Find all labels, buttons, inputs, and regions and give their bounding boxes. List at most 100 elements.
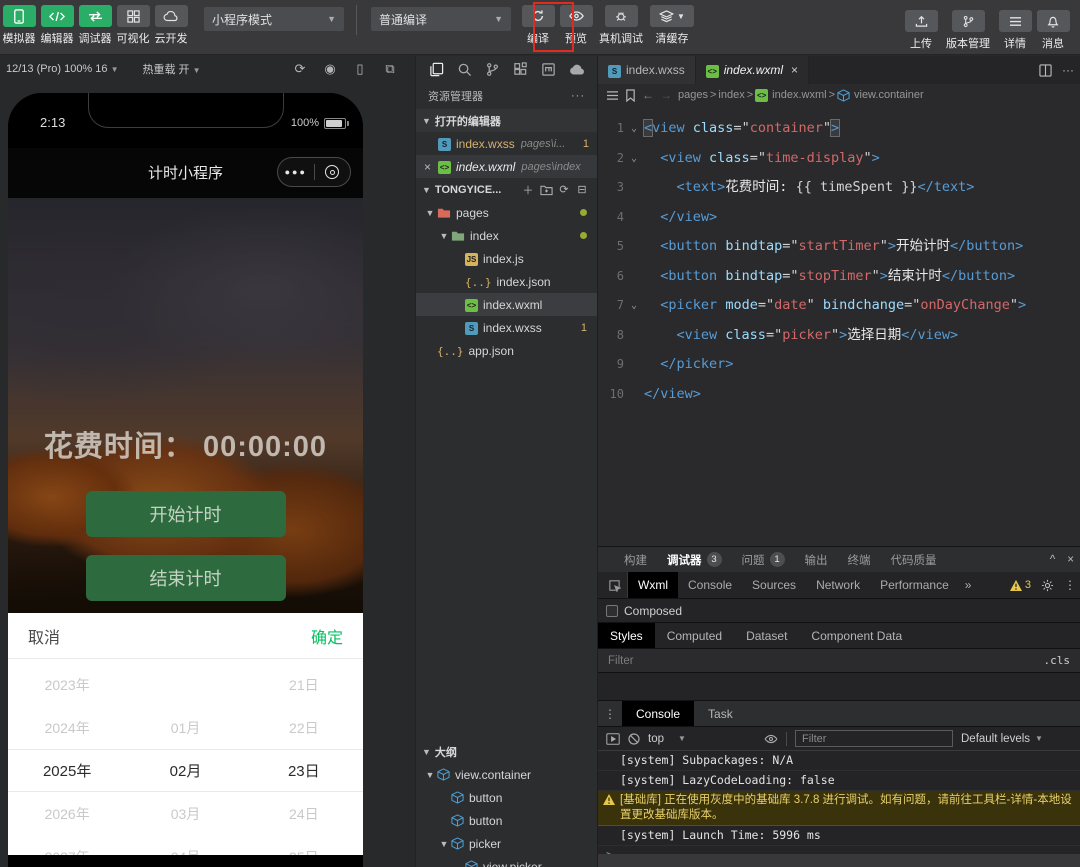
preview-button[interactable]: 预览 [557, 5, 595, 46]
console-log-entry[interactable]: [system] Launch Time: 5996 ms [598, 826, 1080, 846]
outline-item-button[interactable]: button [416, 786, 597, 809]
tree-item-index[interactable]: ▼index [416, 224, 597, 247]
device-select[interactable]: 12/13 (Pro) 100% 16 ▼ [6, 63, 119, 75]
fold-icon[interactable]: ⌄ [624, 114, 644, 144]
toolbar-button-编辑器[interactable]: 编辑器 [38, 5, 76, 46]
more-menu-button[interactable]: ●●● [278, 167, 314, 177]
tree-item-app.json[interactable]: {..}app.json [416, 339, 597, 362]
clear-cache-button[interactable]: ▼ 清缓存 [647, 5, 697, 46]
cls-toggle[interactable]: .cls [1044, 654, 1071, 667]
picker-row[interactable]: 2023年21日 [8, 663, 363, 706]
collapse-icon[interactable]: ^ [1050, 554, 1055, 566]
toolbar-button-云开发[interactable]: 云开发 [152, 5, 190, 46]
picker-cancel-button[interactable]: 取消 [28, 624, 60, 648]
more-actions-icon[interactable]: ··· [1062, 63, 1074, 77]
mode-select[interactable]: 小程序模式 ▼ [204, 7, 344, 31]
bookmark-icon[interactable] [625, 89, 636, 102]
panel-tab-代码质量[interactable]: 代码质量 [891, 552, 937, 568]
picker-wheel[interactable]: 2023年21日2024年01月22日2025年02月23日2026年03月24… [8, 663, 363, 855]
clear-console-icon[interactable] [628, 733, 640, 745]
npm-icon[interactable] [539, 62, 559, 77]
code-line[interactable]: 2⌄ <view class="time-display"> [598, 144, 1080, 174]
outline-item-view.picker[interactable]: view.picker [416, 855, 597, 867]
compile-button[interactable]: 编译 [519, 5, 557, 46]
picker-confirm-button[interactable]: 确定 [311, 624, 343, 648]
code-editor[interactable]: 1⌄<view class="container">2⌄ <view class… [598, 106, 1080, 409]
panel-tab-问题[interactable]: 问题1 [742, 552, 785, 568]
breadcrumb-item-view.container[interactable]: view.container [837, 89, 924, 102]
kebab-menu-icon[interactable]: ⋮ [1064, 578, 1076, 592]
code-line[interactable]: 10</view> [598, 380, 1080, 410]
close-icon[interactable]: × [1067, 554, 1074, 566]
outline-item-picker[interactable]: ▼picker [416, 832, 597, 855]
toolbar-button-可视化[interactable]: 可视化 [114, 5, 152, 46]
picker-row[interactable]: 2024年01月22日 [8, 706, 363, 749]
hot-reload-toggle[interactable]: 热重载 开 ▼ [143, 61, 201, 77]
styles-tab-Component Data[interactable]: Component Data [799, 623, 914, 648]
open-editor-item[interactable]: ×<>index.wxmlpages\index [416, 155, 597, 178]
picker-row[interactable]: 2025年02月23日 [8, 749, 363, 792]
tree-item-index.wxss[interactable]: Sindex.wxss1 [416, 316, 597, 339]
open-editor-item[interactable]: Sindex.wxsspages\i...1 [416, 132, 597, 155]
tree-item-index.js[interactable]: JSindex.js [416, 247, 597, 270]
compile-mode-select[interactable]: 普通编译 ▼ [371, 7, 511, 31]
composed-checkbox[interactable] [606, 605, 618, 617]
code-line[interactable]: 8 <view class="picker">选择日期</view> [598, 321, 1080, 351]
console-log-entry[interactable]: [基础库] 正在使用灰度中的基础库 3.7.8 进行调试。如有问题，请前往工具栏… [598, 791, 1080, 826]
open-editors-section[interactable]: ▼ 打开的编辑器 [416, 109, 597, 132]
outline-list-icon[interactable] [606, 90, 619, 101]
console-tab-Console[interactable]: Console [622, 701, 694, 726]
breadcrumb-item-index[interactable]: index [718, 89, 744, 101]
multi-window-icon[interactable]: ⧉ [375, 61, 405, 77]
code-line[interactable]: 1⌄<view class="container"> [598, 114, 1080, 144]
more-tabs-icon[interactable]: » [959, 578, 978, 592]
tree-item-index.wxml[interactable]: <>index.wxml [416, 293, 597, 316]
editor-tab-index.wxml[interactable]: <>index.wxml× [696, 56, 809, 84]
refresh-icon[interactable]: ⟳ [555, 183, 573, 196]
code-line[interactable]: 9 </picker> [598, 350, 1080, 380]
settings-gear-icon[interactable] [1041, 579, 1054, 592]
collapse-all-icon[interactable]: ⊟ [573, 183, 591, 196]
fold-icon[interactable]: ⌄ [624, 144, 644, 174]
tree-item-index.json[interactable]: {..}index.json [416, 270, 597, 293]
search-icon[interactable] [454, 62, 474, 77]
split-editor-icon[interactable] [1039, 64, 1052, 77]
outline-item-view.container[interactable]: ▼view.container [416, 763, 597, 786]
editor-tab-index.wxss[interactable]: Sindex.wxss [598, 56, 696, 84]
git-branch-icon[interactable] [482, 62, 502, 77]
console-menu-icon[interactable]: ⋮ [598, 707, 622, 721]
new-file-icon[interactable]: ＋ [519, 182, 537, 198]
breadcrumb-item-pages[interactable]: pages [678, 89, 708, 101]
project-section[interactable]: ▼ TONGYICE... ＋ ⟳ ⊟ [416, 178, 597, 201]
styles-tab-Styles[interactable]: Styles [598, 623, 655, 648]
picker-row[interactable]: 2027年04月25日 [8, 835, 363, 855]
console-tab-Task[interactable]: Task [694, 701, 747, 726]
toolbar-button-版本管理[interactable]: 版本管理 [940, 10, 996, 51]
extensions-icon[interactable] [511, 62, 531, 77]
styles-tab-Computed[interactable]: Computed [655, 623, 734, 648]
toolbar-button-模拟器[interactable]: 模拟器 [0, 5, 38, 46]
close-icon[interactable]: × [424, 160, 438, 174]
close-miniprogram-button[interactable] [315, 165, 351, 179]
devtools-tab-Sources[interactable]: Sources [742, 572, 806, 598]
code-line[interactable]: 3 <text>花费时间: {{ timeSpent }}</text> [598, 173, 1080, 203]
back-icon[interactable]: ← [642, 88, 654, 102]
cloud-icon[interactable] [567, 64, 587, 76]
stop-timer-button[interactable]: 结束计时 [86, 555, 286, 601]
start-timer-button[interactable]: 开始计时 [86, 491, 286, 537]
devtools-tab-Wxml[interactable]: Wxml [628, 572, 678, 598]
console-log-entry[interactable]: [system] Subpackages: N/A [598, 751, 1080, 771]
warnings-badge[interactable]: 3 [1010, 579, 1031, 591]
picker-row[interactable]: 2026年03月24日 [8, 792, 363, 835]
eye-icon[interactable] [764, 734, 778, 744]
forward-icon[interactable]: → [660, 88, 672, 102]
toolbar-button-调试器[interactable]: 调试器 [76, 5, 114, 46]
breadcrumb-item-index.wxml[interactable]: <>index.wxml [755, 89, 826, 102]
code-line[interactable]: 5 <button bindtap="startTimer">开始计时</but… [598, 232, 1080, 262]
run-snippet-icon[interactable] [606, 733, 620, 745]
code-line[interactable]: 4 </view> [598, 203, 1080, 233]
code-line[interactable]: 7⌄ <picker mode="date" bindchange="onDay… [598, 291, 1080, 321]
styles-filter-input[interactable]: Filter [608, 655, 634, 667]
toolbar-button-消息[interactable]: 消息 [1034, 10, 1072, 51]
code-line[interactable]: 6 <button bindtap="stopTimer">结束计时</butt… [598, 262, 1080, 292]
